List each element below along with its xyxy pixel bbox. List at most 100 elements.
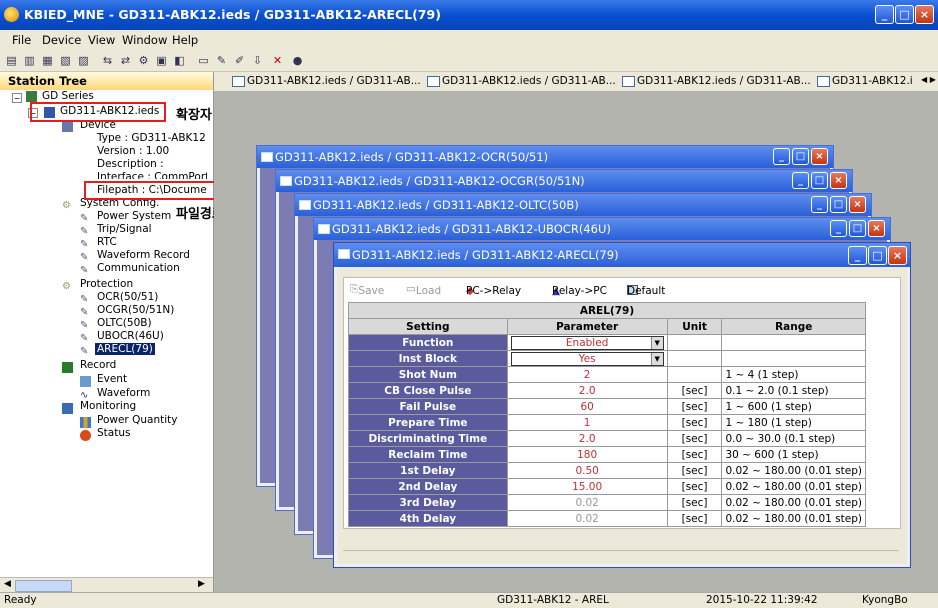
station-tree-header: Station Tree (0, 72, 213, 90)
tree-item-waveform[interactable]: Waveform (97, 387, 150, 399)
minimize-button[interactable]: _ (811, 196, 828, 213)
tree-item-ocgr[interactable]: OCGR(50/51N) (97, 304, 174, 316)
dropdown-arrow-icon[interactable]: ▼ (650, 352, 663, 365)
tree-item-trip-signal[interactable]: Trip/Signal (97, 223, 152, 235)
setting-label: Fail Pulse (348, 398, 508, 415)
menu-device[interactable]: Device (42, 33, 81, 47)
shot-num-input[interactable]: 2 (506, 366, 668, 383)
tree-item-ubocr[interactable]: UBOCR(46U) (97, 330, 164, 342)
dropdown-arrow-icon[interactable]: ▼ (650, 336, 663, 349)
disconnect-icon[interactable]: ⇄ (118, 53, 133, 68)
prepare-time-input[interactable]: 1 (506, 414, 668, 431)
status-time: 2015-10-22 11:39:42 (706, 594, 818, 606)
close-button[interactable]: × (915, 5, 934, 24)
tree-item-rtc[interactable]: RTC (97, 236, 117, 248)
save-icon[interactable]: ▦ (40, 53, 55, 68)
fail-pulse-input[interactable]: 60 (506, 398, 668, 415)
third-delay-input[interactable]: 0.02 (506, 494, 668, 511)
tab-label: GD311-ABK12.ieds / GD311-AB... (637, 75, 811, 87)
tab-ubocr[interactable]: GD311-ABK12.i (817, 75, 922, 90)
tree-item-waveform-record[interactable]: Waveform Record (97, 249, 190, 261)
scroll-right-icon[interactable]: ▶ (198, 579, 205, 589)
load-button[interactable]: ▭ Load (406, 283, 441, 297)
wrench-icon: ✎ (80, 252, 89, 263)
fourth-delay-input[interactable]: 0.02 (506, 510, 668, 527)
minimize-button[interactable]: _ (773, 148, 790, 165)
close-button[interactable]: × (830, 172, 847, 189)
unit-cell: [sec] (666, 510, 723, 527)
tree-item-gd-series[interactable]: GD Series (42, 90, 94, 102)
save-button[interactable]: ⎘ Save (350, 283, 384, 297)
tree-item-communication[interactable]: Communication (97, 262, 180, 274)
reclaim-time-input[interactable]: 180 (506, 446, 668, 463)
menu-window[interactable]: Window (122, 33, 167, 47)
close-button[interactable]: × (868, 220, 885, 237)
open-icon[interactable]: ▥ (22, 53, 37, 68)
gear-icon: ⚙ (62, 200, 71, 211)
scroll-left-icon[interactable]: ◀ (4, 579, 11, 589)
minimize-button[interactable]: _ (848, 246, 867, 265)
maximize-button[interactable]: □ (849, 220, 866, 237)
tree-item-ocr[interactable]: OCR(50/51) (97, 291, 158, 303)
maximize-button[interactable]: □ (868, 246, 887, 265)
ubocr-window-title: GD311-ABK12.ieds / GD311-ABK12-UBOCR(46U… (332, 222, 611, 236)
maximize-button[interactable]: □ (811, 172, 828, 189)
inst-block-dropdown[interactable]: Yes ▼ (510, 351, 664, 366)
first-delay-input[interactable]: 0.50 (506, 462, 668, 479)
tab-scroll-icon[interactable]: ◀ ▶ (921, 75, 936, 84)
close-button[interactable]: × (888, 246, 907, 265)
wrench-icon: ✎ (80, 333, 89, 344)
minimize-button[interactable]: _ (830, 220, 847, 237)
cb-close-pulse-input[interactable]: 2.0 (506, 382, 668, 399)
tool-icon[interactable]: ✎ (214, 53, 229, 68)
maximize-button[interactable]: □ (792, 148, 809, 165)
delete-icon[interactable]: ✕ (270, 53, 285, 68)
tree-item-arecl[interactable]: ARECL(79) (95, 343, 155, 355)
pc-relay-label: PC->Relay (466, 285, 522, 297)
monitor-icon (62, 403, 73, 414)
tree-item-protection[interactable]: Protection (80, 278, 133, 290)
inst-block-select[interactable]: Yes ▼ (506, 350, 668, 367)
scroll-thumb[interactable] (15, 580, 72, 592)
discriminating-time-input[interactable]: 2.0 (506, 430, 668, 447)
tree-item-power-system[interactable]: Power System (97, 210, 171, 222)
print-icon[interactable]: ▧ (58, 53, 73, 68)
tree-item-status[interactable]: Status (97, 427, 130, 439)
connect-icon[interactable]: ⇆ (100, 53, 115, 68)
maximize-button[interactable]: □ (830, 196, 847, 213)
close-button[interactable]: × (849, 196, 866, 213)
function-dropdown[interactable]: Enabled ▼ (510, 335, 664, 350)
tree-item-record[interactable]: Record (80, 359, 116, 371)
menu-help[interactable]: Help (172, 33, 198, 47)
transfer-icon[interactable]: ⇩ (250, 53, 265, 68)
close-button[interactable]: × (811, 148, 828, 165)
tree-item-monitoring[interactable]: Monitoring (80, 400, 136, 412)
tree-horizontal-scrollbar[interactable]: ◀ ▶ (0, 577, 213, 593)
info-icon[interactable]: ● (290, 53, 305, 68)
new-file-icon[interactable]: ▤ (4, 53, 19, 68)
edit-icon[interactable]: ✐ (232, 53, 247, 68)
minimize-button[interactable]: _ (792, 172, 809, 189)
collapse-icon[interactable]: − (12, 93, 22, 103)
tab-label: GD311-ABK12.i (832, 75, 913, 87)
minimize-button[interactable]: _ (875, 5, 894, 24)
settings-icon[interactable]: ⚙ (136, 53, 151, 68)
second-delay-input[interactable]: 15.00 (506, 478, 668, 495)
tab-ocgr[interactable]: GD311-ABK12.ieds / GD311-AB... (427, 75, 617, 90)
unit-cell: [sec] (666, 462, 723, 479)
tree-item-event[interactable]: Event (97, 373, 127, 385)
tree-item-power-quantity[interactable]: Power Quantity (97, 414, 177, 426)
record-icon[interactable]: ◧ (172, 53, 187, 68)
tab-ocr[interactable]: GD311-ABK12.ieds / GD311-AB... (232, 75, 422, 90)
menu-view[interactable]: View (88, 33, 115, 47)
window-icon[interactable]: ▭ (196, 53, 211, 68)
menu-file[interactable]: File (12, 33, 31, 47)
device-icon[interactable]: ▨ (76, 53, 91, 68)
wrench-icon: ✎ (80, 226, 89, 237)
maximize-button[interactable]: □ (895, 5, 914, 24)
function-select[interactable]: Enabled ▼ (506, 334, 668, 351)
monitor-icon[interactable]: ▣ (154, 53, 169, 68)
title-bar: KBIED_MNE - GD311-ABK12.ieds / GD311-ABK… (0, 0, 938, 30)
tree-item-oltc[interactable]: OLTC(50B) (97, 317, 152, 329)
tab-oltc[interactable]: GD311-ABK12.ieds / GD311-AB... (622, 75, 812, 90)
